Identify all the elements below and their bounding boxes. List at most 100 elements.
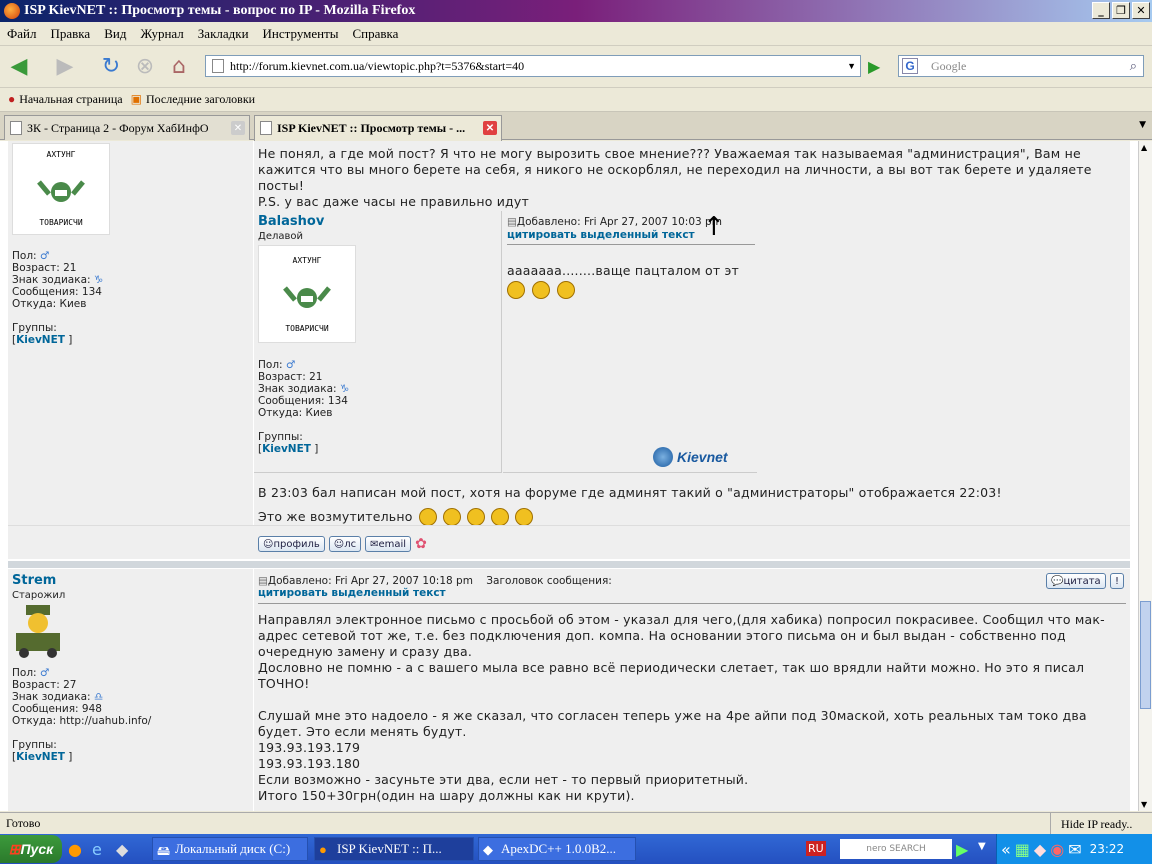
title-bar: ISP KievNET :: Просмотр темы - вопрос по… (0, 0, 1152, 22)
nero-search-box[interactable]: nero SEARCH (840, 839, 952, 859)
avatar: АХТУНГ ТОВАРИСЧИ (258, 245, 356, 343)
location-text: Откуда: Киев (12, 298, 87, 310)
male-icon: ♂ (39, 250, 50, 262)
avatar-text-top: АХТУНГ (292, 256, 322, 265)
bookmark-home[interactable]: ● Начальная страница (8, 92, 123, 107)
apex-quicklaunch-icon[interactable]: ◆ (116, 840, 128, 859)
taskbar-item-apexdc-label: ApexDC++ 1.0.0B2... (501, 841, 617, 856)
zodiac-label: Знак зодиака: (258, 383, 337, 395)
taskbar-item-disk[interactable]: 🖴 Локальный диск (C:) (152, 837, 308, 861)
tab-kievnet[interactable]: ISP KievNET :: Просмотр темы - ... ✕ (254, 115, 502, 141)
age-text: Возраст: 21 (12, 262, 77, 274)
quoted-post-text: ааааааа........ваще пацталом от эт (507, 263, 740, 278)
flower-icon[interactable]: ✿ (415, 536, 427, 552)
close-tab-icon[interactable]: ✕ (231, 121, 245, 135)
antivirus-icon[interactable]: ◉ (1050, 840, 1064, 859)
avatar-soldier-icon (16, 605, 60, 658)
post2-date: Добавлено: Fri Apr 27, 2007 10:18 pm (267, 575, 473, 587)
ie-quicklaunch-icon[interactable]: e (92, 840, 102, 859)
tray-app-icon[interactable]: ◆ (1034, 840, 1046, 859)
scroll-down-icon[interactable]: ▼ (1141, 800, 1147, 809)
tab-list-icon[interactable]: ▼ (1139, 120, 1146, 130)
menu-help[interactable]: Справка (346, 26, 406, 42)
menu-view[interactable]: Вид (97, 26, 133, 42)
post2-line (258, 692, 1126, 708)
menu-history[interactable]: Журнал (133, 26, 190, 42)
post-separator (8, 561, 1130, 568)
tab-kievnet-label: ISP KievNET :: Просмотр темы - ... (277, 121, 466, 135)
profile-button[interactable]: ☺ профиль (258, 536, 325, 552)
group-link[interactable]: KievNET (16, 334, 65, 346)
avatar-smiley-icon (37, 180, 85, 202)
location-text: Откуда: Киев (258, 407, 333, 419)
quoted-post-body: ▤Добавлено: Fri Apr 27, 2007 10:03 pm ци… (503, 211, 757, 473)
vertical-scrollbar[interactable]: ▲ ▼ (1138, 141, 1152, 811)
quote-button[interactable]: 💬 цитата (1046, 573, 1106, 589)
network-icon[interactable]: ▦ (1015, 840, 1030, 859)
capricorn-icon: ♑ (339, 383, 350, 395)
smilies (507, 281, 575, 299)
go-icon[interactable]: ▶ (868, 57, 888, 77)
minimize-button[interactable]: _ (1092, 2, 1110, 19)
nero-dropdown-icon[interactable]: ▼ (978, 841, 986, 852)
info-button[interactable]: ! (1110, 573, 1125, 589)
pm-button[interactable]: ☺ лс (328, 536, 362, 552)
home-icon[interactable]: ⌂ (164, 52, 194, 82)
post1-outrage-text: Это же возмутительно (258, 509, 413, 524)
hide-ip-status[interactable]: Hide IP ready.. (1050, 813, 1132, 835)
close-button[interactable]: ✕ (1132, 2, 1150, 19)
menu-edit[interactable]: Правка (44, 26, 98, 42)
window-title: ISP KievNET :: Просмотр темы - вопрос по… (24, 3, 416, 18)
close-tab-icon[interactable]: ✕ (483, 121, 497, 135)
page-icon (10, 121, 22, 135)
back-icon[interactable]: ◀ (4, 52, 34, 82)
email-button[interactable]: ✉ email (365, 536, 412, 552)
url-dropdown-icon[interactable]: ▼ (847, 61, 856, 71)
start-button[interactable]: ⊞ Пуск (0, 835, 62, 863)
post2-text: Направлял электронное письмо с просьбой … (258, 612, 1126, 804)
search-icon[interactable]: ⌕ (1130, 58, 1137, 74)
group-link[interactable]: KievNET (16, 751, 65, 763)
tab-habinfo[interactable]: ЗК - Страница 2 - Форум ХабИнфО ✕ (4, 115, 250, 140)
tray-expand-icon[interactable]: « (1001, 840, 1011, 859)
post2-author-info: Пол: ♂ Возраст: 27 Знак зодиака: ♎ Сообщ… (12, 667, 151, 763)
post2-header: ▤Добавлено: Fri Apr 27, 2007 10:18 pm За… (258, 575, 612, 587)
scrollbar-thumb[interactable] (1140, 601, 1151, 709)
url-field[interactable]: http://forum.kievnet.com.ua/viewtopic.ph… (205, 55, 861, 77)
group-link[interactable]: KievNET (262, 443, 311, 455)
bookmark-headlines[interactable]: ▣ Последние заголовки (131, 92, 256, 107)
post1-ps: P.S. у вас даже часы не правильно идут (258, 194, 529, 209)
firefox-quicklaunch-icon[interactable]: ● (68, 840, 82, 859)
page-content: АХТУНГ ТОВАРИСЧИ Пол: ♂ Возраст: 21 Знак… (0, 141, 1138, 811)
taskbar-item-firefox[interactable]: ● ISP KievNET :: П... (314, 837, 474, 861)
post1-author-panel: АХТУНГ ТОВАРИСЧИ Пол: ♂ Возраст: 21 Знак… (8, 141, 253, 558)
menu-bookmarks[interactable]: Закладки (191, 26, 256, 42)
menu-file[interactable]: Файл (0, 26, 44, 42)
scroll-up-icon[interactable]: ▲ (1141, 143, 1147, 152)
stop-icon[interactable]: ⊗ (130, 52, 160, 82)
quoted-author-name[interactable]: Balashov (258, 214, 324, 229)
post2-author-name[interactable]: Strem (12, 573, 56, 588)
firefox-icon: ● (319, 842, 327, 857)
taskbar-item-apexdc[interactable]: ◆ ApexDC++ 1.0.0B2... (478, 837, 636, 861)
language-indicator[interactable]: RU (806, 841, 826, 856)
quote-selected-link[interactable]: цитировать выделенный текст (258, 587, 446, 599)
nero-go-icon[interactable]: ▶ (956, 840, 968, 859)
reload-icon[interactable]: ↻ (96, 52, 126, 82)
search-placeholder: Google (931, 58, 967, 73)
forward-icon[interactable]: ▶ (50, 52, 80, 82)
search-input[interactable]: G Google ⌕ (898, 55, 1144, 77)
capricorn-icon: ♑ (93, 274, 104, 286)
maximize-button[interactable]: ❐ (1112, 2, 1130, 19)
post1-footer: ☺ профиль ☺ лс ✉ email ✿ (8, 525, 1130, 559)
status-text: Готово (6, 816, 41, 830)
gender-label: Пол: (12, 667, 37, 679)
google-icon[interactable]: G (902, 58, 918, 74)
mail-tray-icon[interactable]: ✉ (1068, 840, 1081, 859)
quote-selected-link[interactable]: цитировать выделенный текст (507, 229, 695, 241)
post2-line: 193.93.193.179 (258, 740, 361, 755)
smiley-icon (442, 508, 461, 526)
avatar-text-bottom: ТОВАРИСЧИ (39, 218, 83, 227)
menu-tools[interactable]: Инструменты (256, 26, 346, 42)
arrow-up-icon: ↑ (703, 212, 725, 242)
